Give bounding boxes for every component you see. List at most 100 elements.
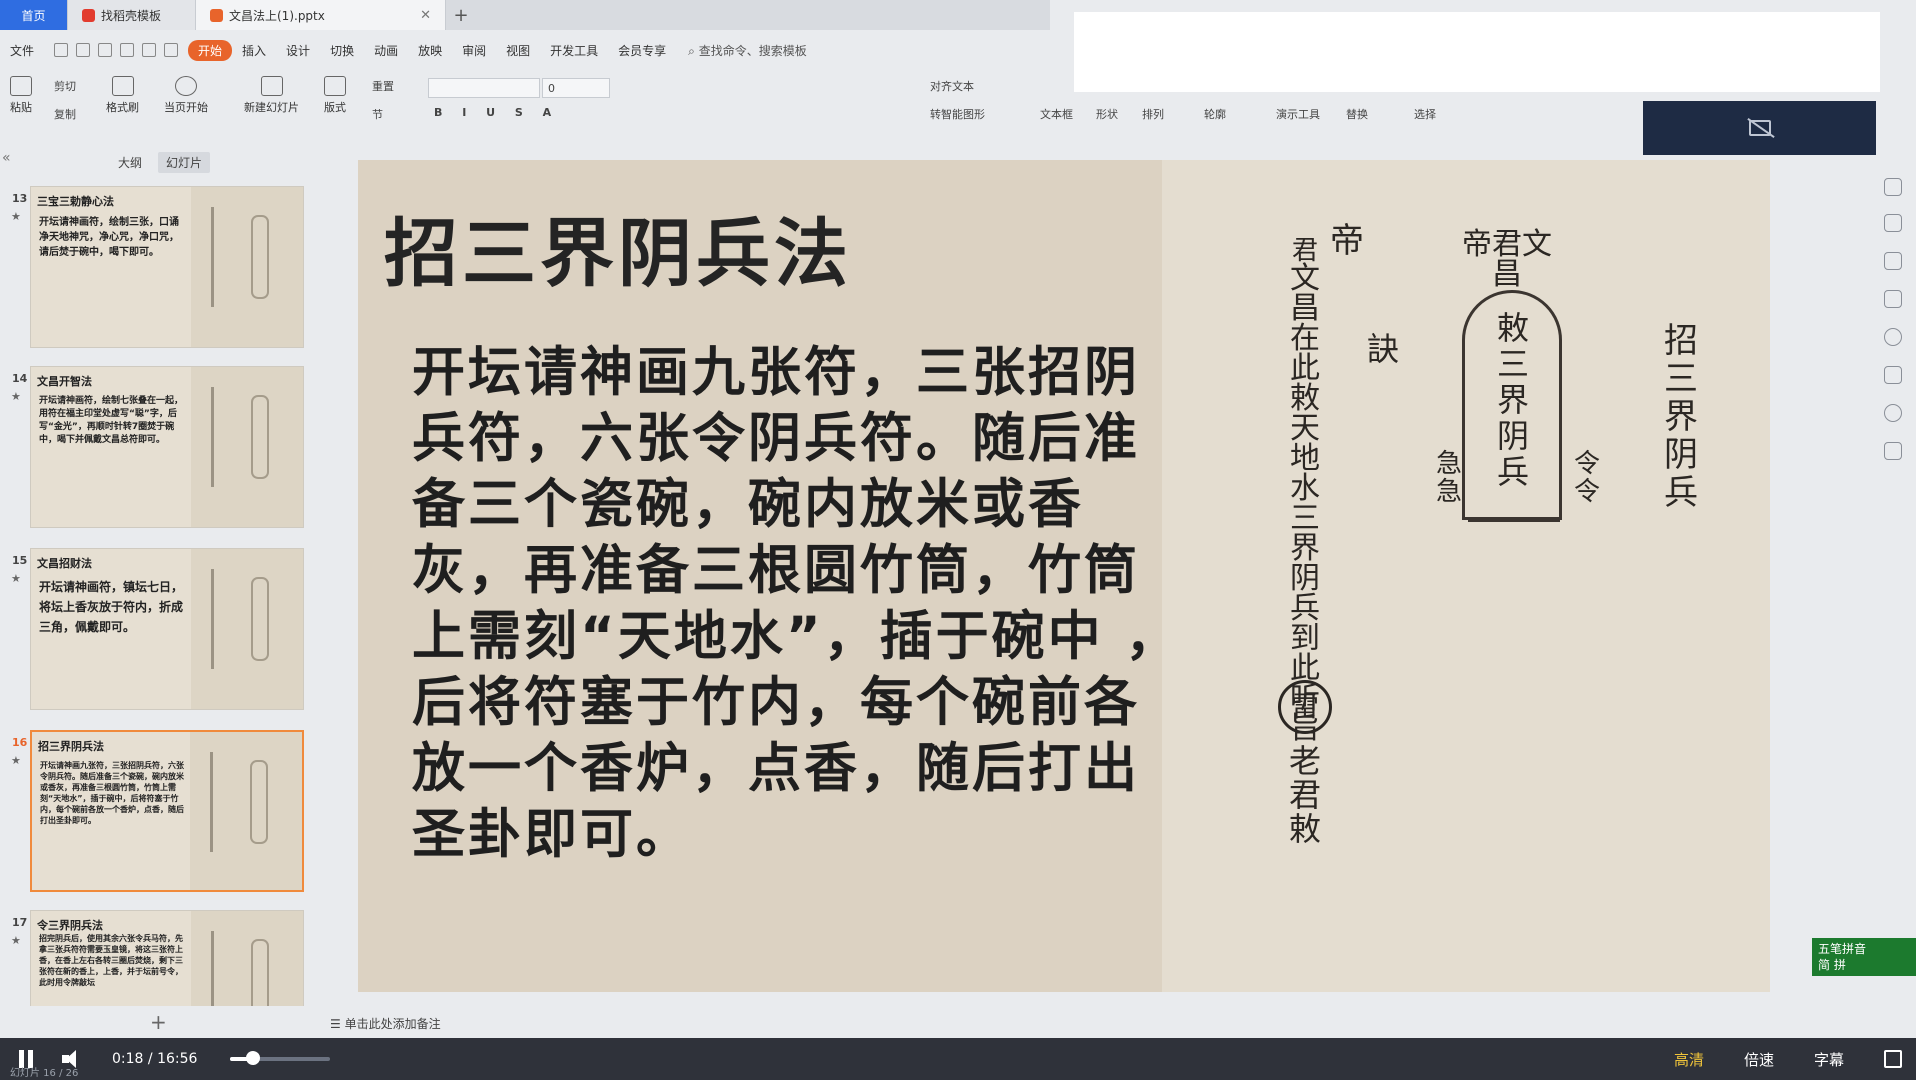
text-format-buttons[interactable]: B I U S A xyxy=(434,106,559,119)
menu-dev[interactable]: 开发工具 xyxy=(540,42,608,59)
talisman-image xyxy=(191,549,303,709)
format-painter-button[interactable]: 格式刷 xyxy=(106,76,139,115)
slide-body[interactable]: 开坛请神画九张符，三张招阴兵符，六张令阴兵符。随后准备三个瓷碗，碗内放米或香灰，… xyxy=(412,340,1182,868)
close-tab-icon[interactable]: ✕ xyxy=(420,8,431,23)
menu-play[interactable]: 放映 xyxy=(408,42,452,59)
reset-button[interactable]: 重置 xyxy=(372,78,394,94)
menu-member[interactable]: 会员专享 xyxy=(608,42,676,59)
location-icon[interactable] xyxy=(1884,404,1902,422)
slide-number: 14 xyxy=(12,372,28,385)
new-slide-button[interactable]: 新建幻灯片 xyxy=(244,76,299,115)
layout-button[interactable]: 版式 xyxy=(324,76,346,115)
layout-label: 版式 xyxy=(324,101,346,114)
slide-thumb-17[interactable]: 17 ★ 令三界阴兵法 招完阴兵后，使用其余六张令兵马符，先拿三张兵符符需要玉皇… xyxy=(0,910,318,1006)
slide-canvas[interactable]: 招三界阴兵法 开坛请神画九张符，三张招阴兵符，六张令阴兵符。随后准备三个瓷碗，碗… xyxy=(358,160,1770,992)
star-icon: ★ xyxy=(11,572,21,585)
slide-thumb-13[interactable]: 13 ★ 三宝三勅静心法 开坛请神画符，绘制三张，口诵净天地神咒，净心咒，净口咒… xyxy=(0,186,318,352)
tab-template[interactable]: 找稻壳模板 xyxy=(68,0,196,30)
align-text-button[interactable]: 对齐文本 xyxy=(930,78,974,94)
redo-icon[interactable] xyxy=(164,43,179,57)
tab-outline[interactable]: 大纲 xyxy=(110,152,150,173)
page-hint: 幻灯片 16 / 26 xyxy=(10,1068,79,1079)
present-tools-button[interactable]: 演示工具 xyxy=(1276,106,1320,122)
menu-start[interactable]: 开始 xyxy=(188,39,233,61)
copy-icon[interactable] xyxy=(1884,290,1902,308)
copy-button[interactable]: 复制 xyxy=(54,106,76,122)
rocket-icon[interactable] xyxy=(1884,178,1902,196)
slide-thumb-16[interactable]: 16 ★ 招三界阴兵法 开坛请神画九张符，三张招阴兵符，六张令阴兵符。随后准备三… xyxy=(0,730,318,896)
font-size-field[interactable]: 0 xyxy=(542,78,610,98)
add-slide-button[interactable]: + xyxy=(150,1010,167,1034)
fullscreen-icon[interactable] xyxy=(1884,1050,1902,1068)
menu-view[interactable]: 视图 xyxy=(496,42,540,59)
replace-button[interactable]: 替换 xyxy=(1346,106,1368,122)
ribbon: 粘贴 剪切 复制 格式刷 当页开始 新建幻灯片 版式 重置 节 0 B I U … xyxy=(0,70,1500,130)
star-icon: ★ xyxy=(11,390,21,403)
speed-button[interactable]: 倍速 xyxy=(1744,1049,1774,1070)
save-icon[interactable] xyxy=(54,43,69,57)
menu-review[interactable]: 审阅 xyxy=(452,42,496,59)
command-search-label: 查找命令、搜索模板 xyxy=(698,43,807,58)
current-time: 0:18 xyxy=(112,1051,144,1067)
progress-knob[interactable] xyxy=(246,1051,260,1065)
star-icon: ★ xyxy=(11,754,21,767)
print-icon[interactable] xyxy=(98,43,113,57)
thumb-card[interactable]: 文昌开智法 开坛请神画符，绘制七张叠在一起，用符在福主印堂处虚写“聪”字，后写“… xyxy=(30,366,304,528)
tab-slides[interactable]: 幻灯片 xyxy=(158,152,211,173)
slide-title[interactable]: 招三界阴兵法 xyxy=(384,194,852,301)
talisman-image xyxy=(191,367,303,527)
book-icon[interactable] xyxy=(1884,442,1902,460)
tab-home[interactable]: 首页 xyxy=(0,0,68,30)
subtitle-button[interactable]: 字幕 xyxy=(1814,1049,1844,1070)
slide-thumb-15[interactable]: 15 ★ 文昌招财法 开坛请神画符，镇坛七日，将坛上香灰放于符内，折成三角，佩戴… xyxy=(0,548,318,714)
player-controls-right: 高清 倍速 字幕 xyxy=(1674,1038,1902,1080)
slide-thumb-14[interactable]: 14 ★ 文昌开智法 开坛请神画符，绘制七张叠在一起，用符在福主印堂处虚写“聪”… xyxy=(0,366,318,532)
tab-file[interactable]: 文昌法上(1).pptx ✕ xyxy=(196,0,446,30)
notes-placeholder[interactable]: ☰ 单击此处添加备注 xyxy=(330,1015,441,1032)
progress-track[interactable] xyxy=(230,1057,330,1061)
thumb-text: 开坛请神画符，绘制七张叠在一起，用符在福主印堂处虚写“聪”字，后写“金光”，再顺… xyxy=(39,396,184,445)
ime-line-1: 五笔拼音 xyxy=(1818,942,1867,956)
command-search[interactable]: ⌕ 查找命令、搜索模板 xyxy=(676,42,807,59)
sliders-icon[interactable] xyxy=(1884,214,1902,232)
paste-button[interactable]: 粘贴 xyxy=(10,76,32,115)
play-icon xyxy=(175,76,197,96)
talisman-image[interactable]: 帝 君 文昌在此敕天地水三界阴兵到此听旨 雷 老君敕 訣 帝君文昌 敕三界阴兵 … xyxy=(1162,160,1770,992)
export-icon[interactable] xyxy=(76,43,91,57)
select-button[interactable]: 选择 xyxy=(1414,106,1436,122)
brush-icon xyxy=(111,76,134,96)
talisman-right-column: 招三界阴兵 xyxy=(1664,321,1698,513)
textbox-button[interactable]: 文本框 xyxy=(1040,106,1073,122)
thumb-card[interactable]: 文昌招财法 开坛请神画符，镇坛七日，将坛上香灰放于符内，折成三角，佩戴即可。 xyxy=(30,548,304,710)
help-icon[interactable] xyxy=(1884,328,1902,346)
font-name-field[interactable] xyxy=(428,78,540,98)
menu-insert[interactable]: 插入 xyxy=(232,42,276,59)
section-button[interactable]: 节 xyxy=(372,106,383,122)
cut-button[interactable]: 剪切 xyxy=(54,78,76,94)
thumb-text: 开坛请神画符，镇坛七日，将坛上香灰放于符内，折成三角，佩戴即可。 xyxy=(39,580,184,634)
preview-icon[interactable] xyxy=(120,43,135,57)
quality-button[interactable]: 高清 xyxy=(1674,1049,1704,1070)
thumb-text: 招完阴兵后，使用其余六张令兵马符，先拿三张兵符符需要玉皇镜，将这三张符上香，在香… xyxy=(39,934,183,987)
menu-switch[interactable]: 切换 xyxy=(320,42,364,59)
undo-icon[interactable] xyxy=(142,43,157,57)
ime-indicator[interactable]: 五笔拼音 简 拼 xyxy=(1812,938,1916,976)
talisman-left-column: 文昌在此敕天地水三界阴兵到此听旨 xyxy=(1290,261,1320,746)
image-icon[interactable] xyxy=(1884,366,1902,384)
thumb-card[interactable]: 令三界阴兵法 招完阴兵后，使用其余六张令兵马符，先拿三张兵符符需要玉皇镜，将这三… xyxy=(30,910,304,1006)
arrange-button[interactable]: 排列 xyxy=(1142,106,1164,122)
star-outline-icon[interactable] xyxy=(1884,252,1902,270)
thumb-card-selected[interactable]: 招三界阴兵法 开坛请神画九张符，三张招阴兵符，六张令阴兵符。随后准备三个瓷碗，碗… xyxy=(30,730,304,892)
collapse-panel-icon[interactable]: « xyxy=(2,150,11,166)
new-tab-button[interactable]: + xyxy=(446,5,476,26)
thumb-card[interactable]: 三宝三勅静心法 开坛请神画符，绘制三张，口诵净天地神咒，净心咒，净口咒，请后焚于… xyxy=(30,186,304,348)
from-start-button[interactable]: 当页开始 xyxy=(164,76,208,115)
slide-number: 13 xyxy=(12,192,28,205)
outline-button[interactable]: 轮廓 xyxy=(1204,106,1226,122)
thumb-title: 令三界阴兵法 xyxy=(37,919,103,932)
shape-button[interactable]: 形状 xyxy=(1096,106,1118,122)
smartart-button[interactable]: 转智能图形 xyxy=(930,106,985,122)
menu-animation[interactable]: 动画 xyxy=(364,42,408,59)
menu-design[interactable]: 设计 xyxy=(276,42,320,59)
menu-file[interactable]: 文件 xyxy=(0,42,44,59)
